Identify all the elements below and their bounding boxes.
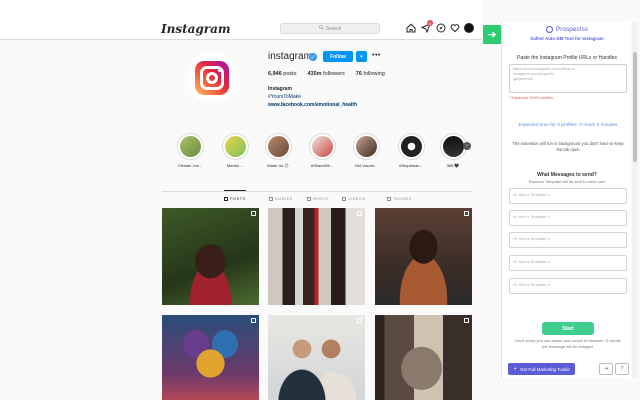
message-template-input[interactable]: Hi, this is Template 1 — [509, 188, 627, 204]
tab-tagged[interactable]: TAGGED — [387, 196, 412, 201]
instagram-camera-logo-icon — [195, 61, 229, 95]
panel-scrollbar[interactable] — [632, 22, 638, 378]
highlight-thumbnail — [179, 136, 201, 157]
top-nav-bar: Instagram Search 6 — [0, 0, 482, 40]
suggested-accounts-chevron-icon[interactable]: ▾ — [356, 51, 367, 62]
story-highlights: Climate Jus... Mental ... Made Us 😊 #Sha… — [172, 133, 482, 175]
profile-bio: Instagram #YoursToMake www.facebook.com/… — [268, 85, 357, 109]
post-thumbnail[interactable] — [162, 315, 259, 400]
post-thumbnail[interactable] — [268, 315, 365, 400]
help-icon[interactable]: ? — [615, 363, 629, 375]
prospectss-panel: Prospectss Safest Auto DM Tool for Insta… — [501, 22, 631, 378]
message-template-input[interactable]: Hi, this is Template 4 — [509, 255, 627, 271]
highlight-item[interactable]: Climate Jus... — [175, 133, 205, 168]
direct-messages-icon[interactable]: 6 — [421, 20, 433, 33]
post-thumbnail[interactable] — [375, 208, 472, 305]
highlight-item[interactable]: #StopAsian... — [396, 133, 426, 168]
profile-picture[interactable] — [187, 53, 237, 103]
explore-compass-icon[interactable] — [436, 23, 446, 33]
highlight-item[interactable]: 365 🖤 — [438, 133, 468, 168]
highlight-thumbnail — [267, 136, 289, 157]
home-icon[interactable] — [406, 23, 416, 33]
highlight-thumbnail — [400, 136, 422, 157]
highlights-next-chevron-icon[interactable]: › — [463, 142, 471, 150]
post-thumbnail[interactable] — [375, 315, 472, 400]
profile-tabs: POSTS GUIDES REELS VIDEOS TAGGED — [162, 196, 472, 204]
bio-name: Instagram — [268, 86, 292, 92]
instagram-logo[interactable]: Instagram — [161, 22, 231, 36]
message-template-input[interactable]: Hi, this is Template 5 — [509, 278, 627, 294]
reels-icon — [307, 196, 311, 201]
start-button[interactable]: Start — [542, 322, 594, 335]
instagram-page: Instagram Search 6 instagram ✓ Follow ▾ … — [0, 0, 482, 400]
stat-following[interactable]: 76 following — [356, 71, 385, 77]
tag-icon — [387, 196, 391, 201]
stat-posts: 6,946 posts — [268, 71, 297, 77]
more-options-icon[interactable]: ••• — [372, 52, 381, 59]
background-run-note: The extension will run in background you… — [512, 141, 624, 152]
heart-activity-icon[interactable] — [450, 23, 460, 33]
urls-section-title: Paste the Instagram Profile URLs or Hand… — [517, 55, 617, 61]
prospectss-brand: Prospectss — [502, 26, 632, 33]
highlight-item[interactable]: Mental ... — [220, 133, 250, 168]
bio-link[interactable]: www.facebook.com/emotional_health — [268, 101, 357, 109]
stat-followers[interactable]: 435m followers — [307, 71, 344, 77]
grid-icon — [224, 196, 228, 201]
message-template-input[interactable]: Hi, this is Template 3 — [509, 232, 627, 248]
expected-time-text: Expected time for 0 profiles: 0 hours 0 … — [518, 123, 618, 128]
messages-section-title: What Messages to send? — [537, 172, 597, 178]
post-thumbnail[interactable] — [162, 208, 259, 305]
toolkit-icon: ✦ — [513, 366, 518, 371]
toggle-panel-arrow-icon[interactable]: ➔ — [483, 25, 501, 44]
highlight-thumbnail — [442, 136, 464, 157]
highlight-thumbnail — [355, 136, 377, 157]
search-placeholder: Search — [325, 25, 342, 32]
tab-posts[interactable]: POSTS — [224, 196, 246, 201]
highlight-item[interactable]: Made Us 😊 — [263, 133, 293, 168]
profile-username: instagram — [268, 51, 312, 62]
profile-stats: 6,946 posts 435m followers 76 following — [268, 71, 385, 77]
verified-badge-icon: ✓ — [309, 53, 317, 61]
scrollbar-thumb[interactable] — [633, 52, 637, 162]
carousel-icon — [251, 211, 256, 216]
profile-avatar-icon[interactable] — [464, 23, 474, 33]
guide-icon — [269, 196, 273, 201]
highlight-thumbnail — [224, 136, 246, 157]
highlight-thumbnail — [311, 136, 333, 157]
post-thumbnail[interactable] — [268, 208, 365, 305]
profile-urls-textarea[interactable]: https://www.instagram.com/cristiano/ ins… — [509, 64, 627, 93]
max-profiles-note: * Maximum 20000 profiles — [509, 96, 553, 100]
panel-tagline: Safest Auto DM Tool for Instagram — [530, 36, 604, 41]
full-marketing-toolkit-button[interactable]: ✦ Get Full Marketing Toolkit — [508, 363, 575, 375]
message-template-input[interactable]: Hi, this is Template 2 — [509, 210, 627, 226]
carousel-icon — [357, 318, 362, 323]
video-icon — [464, 318, 469, 323]
bio-hashtag[interactable]: #YoursToMake — [268, 93, 357, 101]
prospectss-logo-icon — [545, 26, 553, 33]
video-icon — [251, 318, 256, 323]
follow-button[interactable]: Follow — [323, 51, 353, 62]
active-tab-indicator — [224, 190, 246, 191]
notification-badge: 6 — [427, 20, 433, 26]
video-icon — [342, 196, 346, 201]
highlight-item[interactable]: Get Vaccin... — [351, 133, 381, 168]
tab-guides[interactable]: GUIDES — [269, 196, 293, 201]
tab-reels[interactable]: REELS — [307, 196, 328, 201]
tab-videos[interactable]: VIDEOS — [342, 196, 366, 201]
search-input[interactable]: Search — [280, 23, 380, 34]
panel-header: Prospectss Safest Auto DM Tool for Insta… — [502, 22, 632, 48]
logout-icon[interactable]: ⇥ — [599, 363, 613, 375]
messages-section-subtitle: Random Template will be sent to each use… — [528, 179, 606, 184]
highlight-item[interactable]: #ShareWit... — [307, 133, 337, 168]
search-icon — [318, 25, 324, 32]
carousel-icon — [464, 211, 469, 216]
tabs-divider — [162, 191, 472, 192]
carousel-icon — [357, 211, 362, 216]
credits-note: Don't worry you can pause and cancel in … — [515, 338, 621, 349]
